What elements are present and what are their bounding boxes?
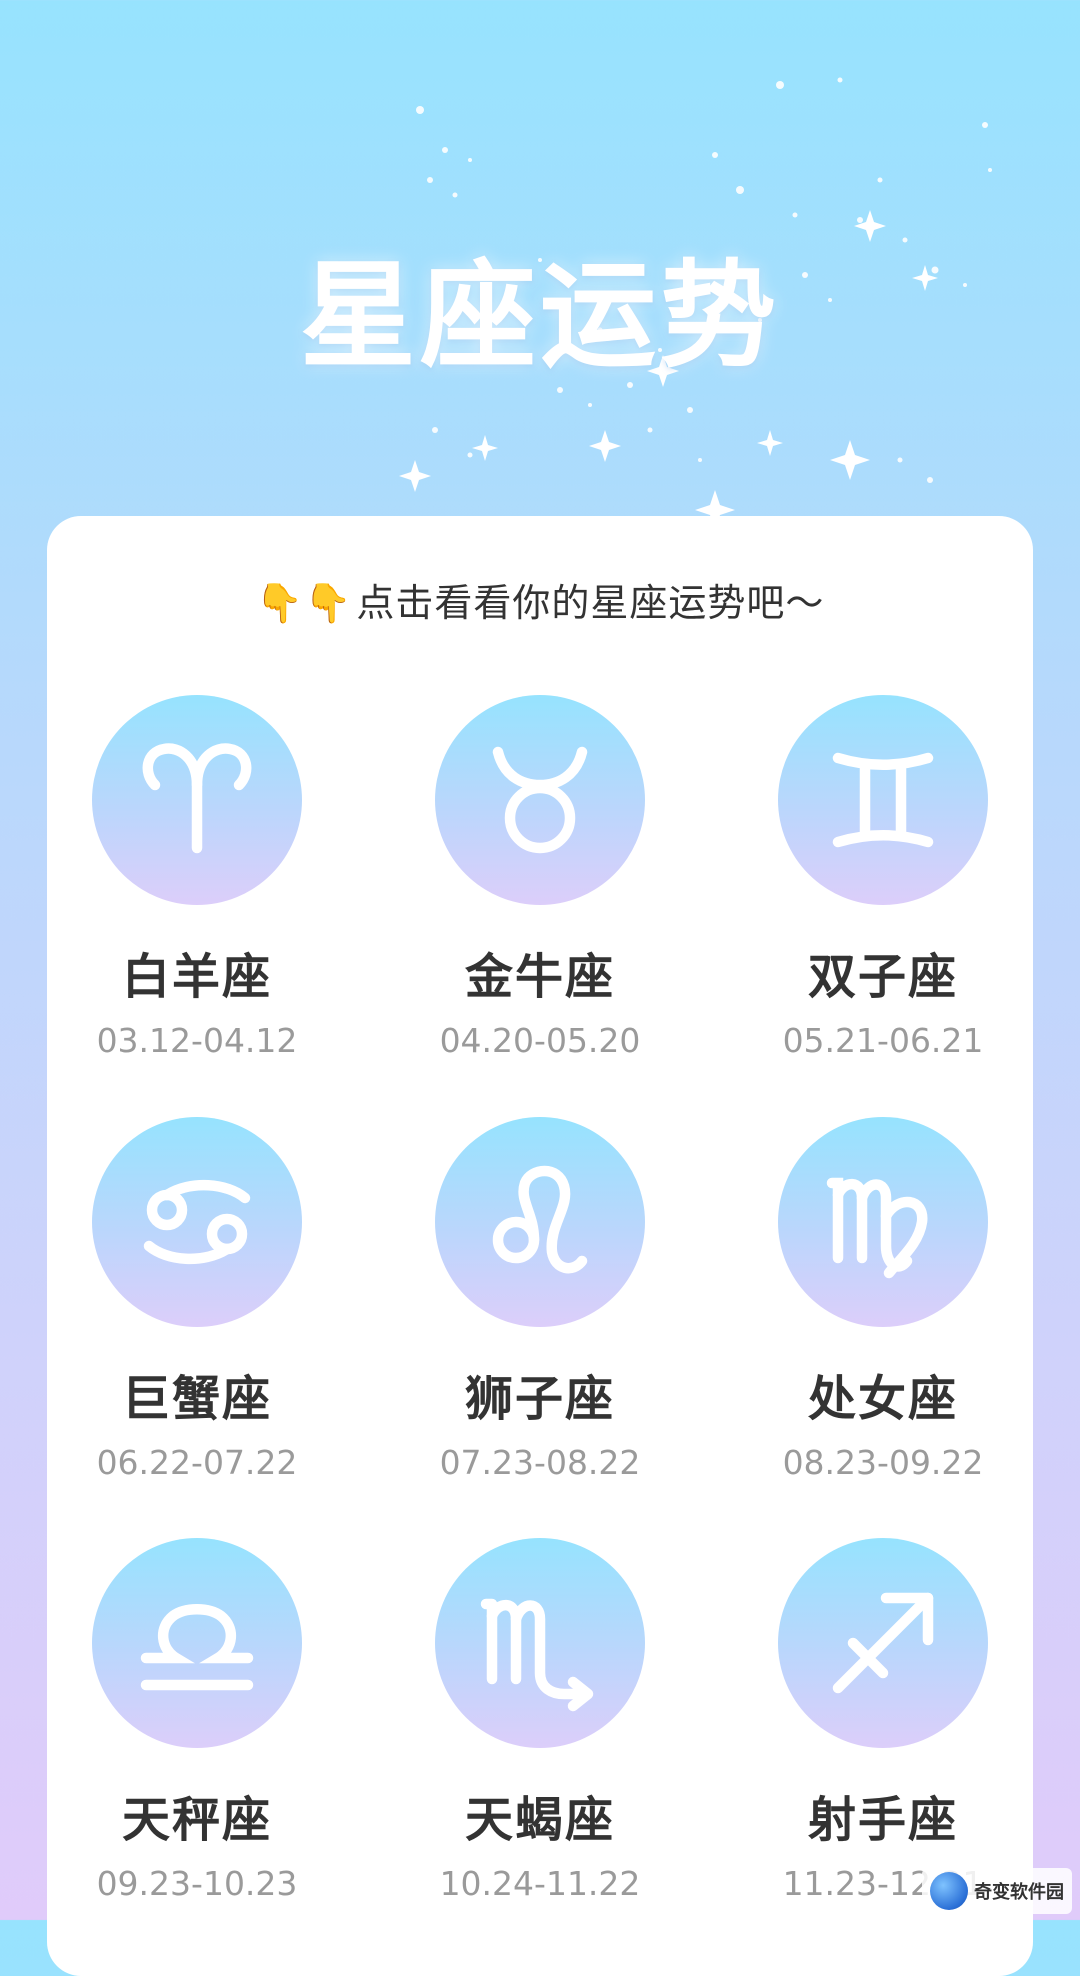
sign-name: 白羊座 bbox=[121, 949, 272, 1005]
cancer-icon bbox=[92, 1117, 302, 1327]
sign-dates: 04.20-05.20 bbox=[439, 1021, 641, 1060]
leo-icon bbox=[435, 1117, 645, 1327]
gemini-icon bbox=[778, 695, 988, 905]
sagittarius-icon bbox=[778, 1538, 988, 1748]
sign-item-virgo[interactable]: 处女座 08.23-09.22 bbox=[733, 1117, 1033, 1482]
page-title: 星座运势 bbox=[300, 249, 780, 384]
pointing-down-icon: 👇👇 bbox=[255, 581, 353, 625]
sign-name: 射手座 bbox=[807, 1792, 958, 1848]
sign-item-sagittarius[interactable]: 射手座 11.23-12.21 bbox=[733, 1538, 1033, 1903]
sign-name: 巨蟹座 bbox=[121, 1371, 272, 1427]
sign-name: 处女座 bbox=[807, 1371, 958, 1427]
sign-item-libra[interactable]: 天秤座 09.23-10.23 bbox=[47, 1538, 347, 1903]
sign-item-aries[interactable]: 白羊座 03.12-04.12 bbox=[47, 695, 347, 1060]
sign-name: 天秤座 bbox=[121, 1792, 272, 1848]
sign-dates: 10.24-11.22 bbox=[439, 1864, 641, 1903]
virgo-icon bbox=[778, 1117, 988, 1327]
sign-dates: 03.12-04.12 bbox=[96, 1021, 298, 1060]
sign-item-cancer[interactable]: 巨蟹座 06.22-07.22 bbox=[47, 1117, 347, 1482]
sign-item-leo[interactable]: 狮子座 07.23-08.22 bbox=[390, 1117, 690, 1482]
prompt-text-row: 👇👇 点击看看你的星座运势吧～ bbox=[47, 572, 1033, 627]
sign-dates: 08.23-09.22 bbox=[782, 1443, 984, 1482]
watermark-text: 奇变软件园 bbox=[974, 1882, 1064, 1903]
sign-dates: 09.23-10.23 bbox=[96, 1864, 298, 1903]
sign-dates: 05.21-06.21 bbox=[782, 1021, 984, 1060]
scorpio-icon bbox=[435, 1538, 645, 1748]
sign-item-scorpio[interactable]: 天蝎座 10.24-11.22 bbox=[390, 1538, 690, 1903]
sign-item-taurus[interactable]: 金牛座 04.20-05.20 bbox=[390, 695, 690, 1060]
watermark: 奇变软件园 bbox=[922, 1868, 1072, 1914]
sign-name: 双子座 bbox=[807, 949, 958, 1005]
aries-icon bbox=[92, 695, 302, 905]
sign-dates: 06.22-07.22 bbox=[96, 1443, 298, 1482]
zodiac-card: 👇👇 点击看看你的星座运势吧～ 白羊座 03.12-04.12 金牛座 04.20… bbox=[47, 516, 1033, 1976]
sign-name: 狮子座 bbox=[464, 1371, 615, 1427]
globe-logo-icon bbox=[930, 1872, 968, 1910]
sign-item-gemini[interactable]: 双子座 05.21-06.21 bbox=[733, 695, 1033, 1060]
taurus-icon bbox=[435, 695, 645, 905]
sign-dates: 07.23-08.22 bbox=[439, 1443, 641, 1482]
prompt-text: 点击看看你的星座运势吧～ bbox=[356, 581, 825, 625]
libra-icon bbox=[92, 1538, 302, 1748]
sign-name: 金牛座 bbox=[464, 949, 615, 1005]
sign-name: 天蝎座 bbox=[464, 1792, 615, 1848]
